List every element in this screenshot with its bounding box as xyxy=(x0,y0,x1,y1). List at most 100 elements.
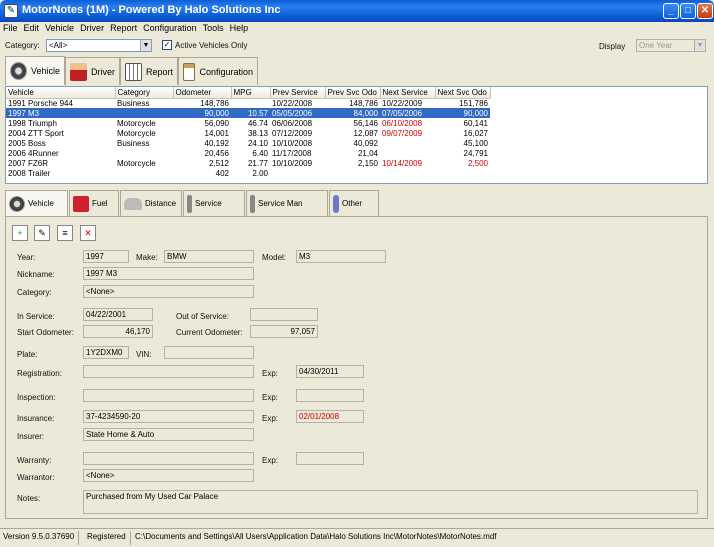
table-cell: 10/22/2009 xyxy=(382,98,423,108)
vehicle-list[interactable]: Vehicle Category Odometer MPG Prev Servi… xyxy=(5,86,708,184)
delete-record-icon[interactable]: ✕ xyxy=(80,225,96,241)
title-bar[interactable]: ✎ MotorNotes (1M) - Powered By Halo Solu… xyxy=(0,0,714,22)
current-odometer-field[interactable]: 97,057 xyxy=(250,325,318,338)
close-button[interactable]: ✕ xyxy=(697,3,713,19)
table-row[interactable]: 1991 Porsche 944 Business 148,786 10/22/200… xyxy=(6,98,490,108)
registration-exp-field[interactable]: 04/30/2011 xyxy=(296,365,364,378)
detail-tab-vehicle[interactable]: Vehicle xyxy=(5,190,68,216)
chevron-down-icon[interactable]: ▼ xyxy=(694,40,705,51)
table-cell xyxy=(325,168,380,178)
tab-configuration-label: Configuration xyxy=(199,66,253,77)
warranty-exp-field[interactable] xyxy=(296,452,364,465)
vin-field[interactable] xyxy=(164,346,254,359)
list-header: Vehicle Category Odometer MPG Prev Servi… xyxy=(6,87,491,99)
model-field[interactable]: M3 xyxy=(296,250,386,263)
tab-driver[interactable]: Driver xyxy=(65,57,120,85)
table-row[interactable]: 2006 4Runner 20,456 6.40 11/17/2008 21,04 24,… xyxy=(6,148,490,158)
start-odometer-field[interactable]: 46,170 xyxy=(83,325,153,338)
plate-field[interactable]: 1Y2DXM0 xyxy=(83,346,129,359)
tab-vehicle[interactable]: Vehicle xyxy=(5,56,65,85)
tab-report[interactable]: Report xyxy=(120,57,178,85)
table-cell: 11/17/2008 xyxy=(272,148,312,158)
table-row[interactable]: 1997 M3 90,000 10.57 05/05/2006 84,000 07/05/… xyxy=(6,108,490,118)
window-title: MotorNotes (1M) - Powered By Halo Soluti… xyxy=(22,4,281,16)
detail-tab-service-label: Service xyxy=(195,199,222,208)
column-header[interactable]: Category xyxy=(115,87,174,99)
table-row[interactable]: 2007 FZ6R Motorcycle 2,512 21.77 10/10/2009 2… xyxy=(6,158,490,168)
registration-field[interactable] xyxy=(83,365,254,378)
inspection-exp-field[interactable] xyxy=(296,389,364,402)
menu-vehicle[interactable]: Vehicle xyxy=(42,22,77,34)
table-cell: 10/14/2009 xyxy=(382,158,423,168)
insurance-exp-field[interactable]: 02/01/2008 xyxy=(296,410,364,423)
table-cell: 2004 ZTT Sport xyxy=(8,128,64,138)
table-cell: 2008 Trailer xyxy=(8,168,51,178)
display-select[interactable]: One Year ▼ xyxy=(636,39,706,52)
nickname-field[interactable]: 1997 M3 xyxy=(83,267,254,280)
warranty-field[interactable] xyxy=(83,452,254,465)
table-cell: 1991 Porsche 944 xyxy=(8,98,73,108)
in-service-field[interactable]: 04/22/2001 xyxy=(83,308,153,321)
column-header[interactable]: Next Service xyxy=(380,87,436,99)
table-row[interactable]: 2005 Boss Business 40,192 24.10 10/10/2008 40… xyxy=(6,138,490,148)
table-row[interactable]: 2008 Trailer 402 2.00 xyxy=(6,168,490,178)
menu-edit[interactable]: Edit xyxy=(21,22,43,34)
inspection-exp-label: Exp: xyxy=(262,393,279,402)
menu-file[interactable]: File xyxy=(0,22,21,34)
minimize-button[interactable]: _ xyxy=(663,3,679,19)
maximize-button[interactable]: □ xyxy=(680,3,696,19)
active-only-checkbox[interactable]: ✓ xyxy=(162,40,172,50)
table-cell: 20,456 xyxy=(204,148,229,158)
insurer-field[interactable]: State Home & Auto xyxy=(83,428,254,441)
menu-help[interactable]: Help xyxy=(227,22,252,34)
table-cell: 1997 M3 xyxy=(6,108,115,118)
table-cell: 90,000 xyxy=(435,108,490,118)
menu-configuration[interactable]: Configuration xyxy=(140,22,200,34)
menu-bar: File Edit Vehicle Driver Report Configuration… xyxy=(0,22,714,36)
detail-tab-service[interactable]: Service xyxy=(183,190,245,216)
notes-field[interactable]: Purchased from My Used Car Palace xyxy=(83,490,698,514)
app-notes-icon[interactable]: ✎ xyxy=(4,4,18,18)
table-row[interactable]: 2004 ZTT Sport Motorcycle 14,001 38.13 07/12… xyxy=(6,128,490,138)
table-cell: 12,087 xyxy=(353,128,378,138)
chevron-down-icon[interactable]: ▼ xyxy=(140,40,151,51)
detail-tab-fuel-label: Fuel xyxy=(92,199,108,208)
make-field[interactable]: BMW xyxy=(164,250,254,263)
inspection-field[interactable] xyxy=(83,389,254,402)
insurance-exp-label: Exp: xyxy=(262,414,279,423)
column-header[interactable]: Prev Svc Odo xyxy=(325,87,381,99)
detail-tab-fuel[interactable]: Fuel xyxy=(69,190,119,216)
detail-tab-service-man[interactable]: Service Man xyxy=(246,190,328,216)
column-header[interactable]: MPG xyxy=(231,87,271,99)
menu-report[interactable]: Report xyxy=(107,22,140,34)
menu-driver[interactable]: Driver xyxy=(77,22,107,34)
column-header[interactable]: Vehicle xyxy=(6,87,116,99)
status-bar: Version 9.5.0.37690 Registered C:\Docume… xyxy=(0,528,714,547)
insurance-field[interactable]: 37-4234590-20 xyxy=(83,410,254,423)
category-field[interactable]: <None> xyxy=(83,285,254,298)
in-service-label: In Service: xyxy=(17,312,55,321)
version-text: Version 9.5.0.37690 xyxy=(3,532,75,541)
year-field[interactable]: 1997 xyxy=(83,250,129,263)
table-cell: 45,100 xyxy=(463,138,488,148)
detail-tab-other[interactable]: Other xyxy=(329,190,379,216)
status-divider xyxy=(130,531,131,545)
detail-tab-distance[interactable]: Distance xyxy=(120,190,182,216)
edit-record-icon[interactable]: ✎ xyxy=(34,225,50,241)
out-service-field[interactable] xyxy=(250,308,318,321)
wheel-icon xyxy=(9,195,25,212)
column-header[interactable]: Next Svc Odo xyxy=(435,87,491,99)
table-cell: 10/22/2008 xyxy=(272,98,313,108)
table-cell xyxy=(435,168,490,178)
column-header[interactable]: Prev Service xyxy=(270,87,326,99)
warrantor-field[interactable]: <None> xyxy=(83,469,254,482)
tab-configuration[interactable]: Configuration xyxy=(178,57,258,85)
menu-tools[interactable]: Tools xyxy=(200,22,227,34)
notes-icon[interactable]: ≡ xyxy=(57,225,73,241)
warranty-exp-label: Exp: xyxy=(262,456,279,465)
table-row[interactable]: 1998 Triumph Motorcycle 56,090 46.74 06/06/2… xyxy=(6,118,490,128)
add-record-icon[interactable]: + xyxy=(12,225,28,241)
category-filter-select[interactable]: <All> ▼ xyxy=(46,39,152,52)
column-header[interactable]: Odometer xyxy=(173,87,232,99)
clipboard-icon xyxy=(183,62,196,81)
